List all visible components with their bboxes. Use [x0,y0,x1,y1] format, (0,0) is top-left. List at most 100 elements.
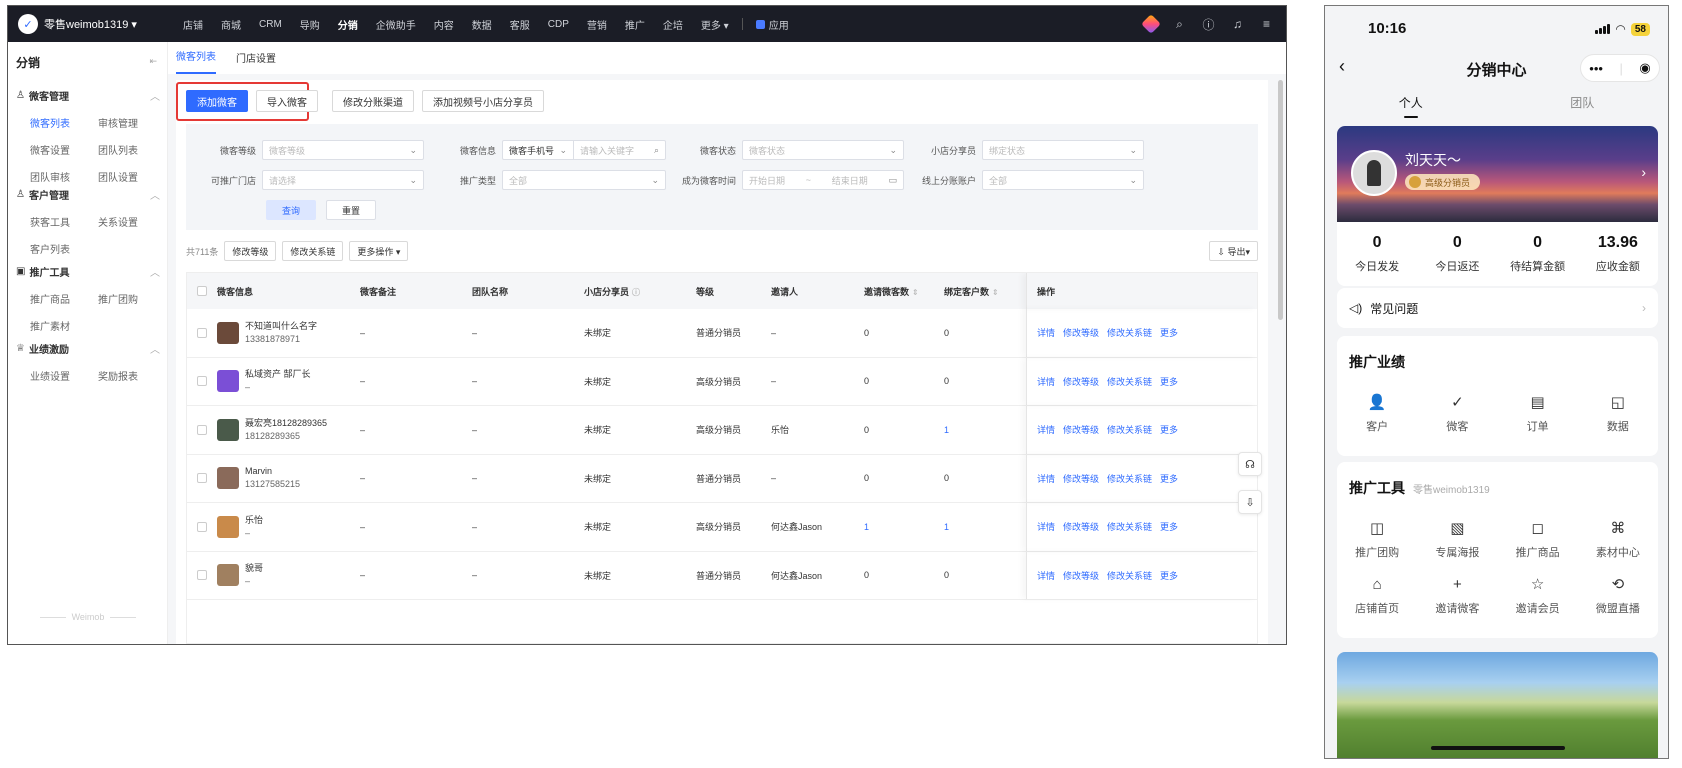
menu-item[interactable]: 企培 [654,17,692,32]
query-button[interactable]: 查询 [266,200,316,220]
row-checkbox[interactable] [187,570,217,581]
more-link[interactable]: 更多 [1160,423,1178,436]
invited-count[interactable]: 1 [864,522,944,532]
menu-item[interactable]: 店铺 [174,17,212,32]
sidebar-item[interactable]: 推广商品 [30,291,98,306]
stat-item[interactable]: 0 待结算金额 [1498,234,1578,274]
promo-banner-image[interactable] [1337,652,1658,758]
grid-entry[interactable]: ▤ 订单 [1498,394,1578,434]
add-video-sharer-button[interactable]: 添加视频号小店分享员 [422,90,544,112]
sidebar-item[interactable]: 关系设置 [98,214,166,229]
edit-relation-link[interactable]: 修改关系链 [1107,375,1152,388]
collapse-sidebar-icon[interactable]: ⇤ [149,56,157,67]
store-switcher[interactable]: ✓ 零售weimob1319 ▾ [18,14,137,34]
edit-relation-link[interactable]: 修改关系链 [1107,326,1152,339]
import-weike-button[interactable]: 导入微客 [256,90,318,112]
row-checkbox[interactable] [187,327,217,338]
grid-entry[interactable]: ☆ 邀请会员 [1498,576,1578,616]
menu-item[interactable]: 企微助手 [367,17,425,32]
more-link[interactable]: 更多 [1160,569,1178,582]
more-link[interactable]: 更多 [1160,326,1178,339]
sidebar-item[interactable]: 客户列表 [30,241,98,256]
search-icon[interactable]: ⌕ [1172,17,1187,32]
help-icon[interactable]: ⓘ [1201,17,1216,32]
detail-link[interactable]: 详情 [1037,423,1055,436]
edit-level-link[interactable]: 修改等级 [1063,569,1099,582]
detail-link[interactable]: 详情 [1037,326,1055,339]
more-link[interactable]: 更多 [1160,520,1178,533]
row-checkbox[interactable] [187,521,217,532]
date-range-picker[interactable]: 开始日期 ~ 结束日期 ▭ [742,170,904,190]
bound-customer-count[interactable]: 1 [944,522,1026,532]
sidebar-group-header[interactable]: ▣ 推广工具 ︿ [16,264,160,279]
more-dots-icon[interactable]: ••• [1589,61,1603,76]
menu-item[interactable]: 客服 [501,17,539,32]
detail-link[interactable]: 详情 [1037,375,1055,388]
more-actions-button[interactable]: 更多操作 ▾ [349,241,409,261]
menu-item[interactable]: 内容 [425,17,463,32]
apps-menu[interactable]: 应用 [747,17,798,32]
sidebar-item[interactable]: 微客设置 [30,142,98,157]
grid-entry[interactable]: ✓ 微客 [1417,394,1497,434]
sidebar-group-header[interactable]: ♙ 微客管理 ︿ [16,88,160,103]
row-checkbox[interactable] [187,424,217,435]
sidebar-item[interactable]: 审核管理 [98,115,166,130]
grid-entry[interactable]: ⟲ 微盟直播 [1578,576,1658,616]
faq-entry[interactable]: ◁) 常见问题 › [1337,288,1658,328]
edit-relation-link[interactable]: 修改关系链 [1107,569,1152,582]
col-header-sortable[interactable]: 邀请微客数 ⇕ [864,285,944,298]
bulk-edit-relation-button[interactable]: 修改关系链 [282,241,344,261]
detail-link[interactable]: 详情 [1037,472,1055,485]
account-select[interactable]: 全部 ⌄ [982,170,1144,190]
tab-weike-list[interactable]: 微客列表 [176,48,216,74]
edit-relation-link[interactable]: 修改关系链 [1107,520,1152,533]
col-header-sortable[interactable]: 绑定客户数 ⇕ [944,285,1026,298]
keyword-input[interactable]: 请输入关键字 ⌕ [574,140,666,160]
edit-level-link[interactable]: 修改等级 [1063,375,1099,388]
menu-item[interactable]: 数据 [463,17,501,32]
sidebar-group-header[interactable]: ♙ 客户管理 ︿ [16,187,160,202]
edit-split-channel-button[interactable]: 修改分账渠道 [332,90,414,112]
grid-entry[interactable]: ◫ 推广团购 [1337,520,1417,560]
type-select[interactable]: 全部 ⌄ [502,170,666,190]
sidebar-item[interactable]: 推广素材 [30,318,98,333]
grid-entry[interactable]: 👤 客户 [1337,394,1417,434]
edit-level-link[interactable]: 修改等级 [1063,472,1099,485]
sidebar-item[interactable]: 团队设置 [98,169,166,184]
stat-item[interactable]: 0 今日发发 [1337,234,1417,274]
profile-banner[interactable]: 刘天天～ 高级分销员 › [1337,126,1658,222]
row-checkbox[interactable] [187,376,217,387]
tab-store-settings[interactable]: 门店设置 [236,50,276,74]
close-target-icon[interactable]: ◉ [1639,60,1650,76]
menu-item[interactable]: CDP [539,19,578,30]
headset-support-icon[interactable]: ☊ [1238,452,1262,476]
download-icon[interactable]: ⇩ [1238,490,1262,514]
edit-level-link[interactable]: 修改等级 [1063,326,1099,339]
store-select[interactable]: 请选择 ⌄ [262,170,424,190]
menu-item[interactable]: 商城 [212,17,250,32]
edit-level-link[interactable]: 修改等级 [1063,520,1099,533]
grid-entry[interactable]: ◻ 推广商品 [1498,520,1578,560]
menu-item[interactable]: 导购 [291,17,329,32]
edit-level-link[interactable]: 修改等级 [1063,423,1099,436]
more-link[interactable]: 更多 [1160,472,1178,485]
detail-link[interactable]: 详情 [1037,569,1055,582]
sidebar-group-header[interactable]: ♕ 业绩激励 ︿ [16,341,160,356]
tab-team[interactable]: 团队 [1497,94,1669,122]
add-weike-button[interactable]: 添加微客 [186,90,248,112]
sidebar-item-weike-list[interactable]: 微客列表 [30,115,98,130]
menu-item-more[interactable]: 更多 ▾ [692,17,738,32]
grid-entry[interactable]: ◱ 数据 [1578,394,1658,434]
export-button[interactable]: ⇩ 导出▾ [1209,241,1258,261]
sidebar-item[interactable]: 团队审核 [30,169,98,184]
edit-relation-link[interactable]: 修改关系链 [1107,472,1152,485]
detail-link[interactable]: 详情 [1037,520,1055,533]
page-scrollbar[interactable] [1278,80,1283,320]
row-checkbox[interactable] [187,473,217,484]
level-select[interactable]: 微客等级 ⌄ [262,140,424,160]
stat-item[interactable]: 13.96 应收金额 [1578,234,1658,274]
info-type-select[interactable]: 微客手机号 ⌄ [502,140,574,160]
bell-icon[interactable]: ♫ [1230,17,1245,32]
grid-entry[interactable]: ⌂ 店铺首页 [1337,576,1417,616]
more-link[interactable]: 更多 [1160,375,1178,388]
